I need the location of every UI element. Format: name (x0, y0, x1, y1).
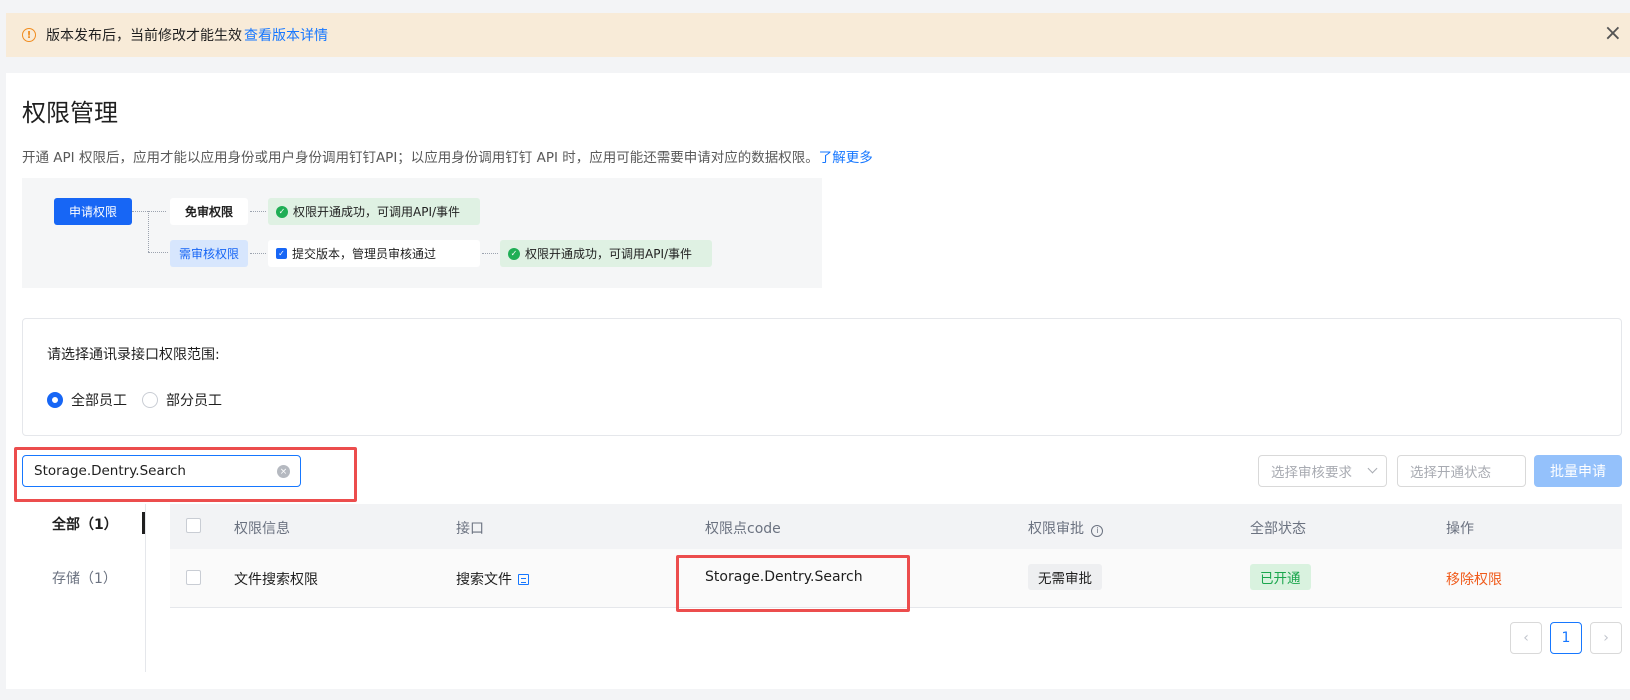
radio-selected-icon (47, 392, 63, 408)
flow-connector (148, 211, 149, 252)
flow-success-step-2: ✓ 权限开通成功，可调用API/事件 (500, 240, 712, 267)
notice-bar: ! 版本发布后，当前修改才能生效 查看版本详情 × (6, 13, 1630, 57)
page-number[interactable]: 1 (1550, 622, 1582, 654)
search-input[interactable] (34, 463, 264, 479)
flow-connector (132, 211, 166, 212)
highlight-box (676, 555, 910, 612)
flow-connector (250, 253, 266, 254)
scope-panel (22, 318, 1622, 436)
scope-label: 请选择通讯录接口权限范围: (47, 347, 220, 363)
row-checkbox[interactable] (186, 570, 201, 585)
radio-label: 全部员工 (71, 393, 127, 409)
column-header: 权限信息 (234, 521, 290, 537)
batch-apply-button[interactable]: 批量申请 (1534, 455, 1622, 487)
chevron-down-icon (1367, 463, 1378, 474)
side-divider (145, 504, 146, 672)
check-circle-icon: ✓ (276, 205, 288, 218)
flow-submit-text: 提交版本，管理员审核通过 (292, 247, 437, 261)
review-requirement-select[interactable]: 选择审核要求 (1258, 455, 1387, 487)
flow-success-text-2: 权限开通成功，可调用API/事件 (525, 247, 693, 261)
description-text: 开通 API 权限后，应用才能以应用身份或用户身份调用钉钉API；以应用身份调用… (22, 150, 819, 166)
permission-flow-diagram (22, 178, 822, 288)
flow-connector (148, 252, 168, 253)
remove-permission-link[interactable]: 移除权限 (1446, 569, 1502, 589)
api-name: 搜索文件 (456, 572, 512, 588)
table-header (170, 504, 1622, 549)
prev-page-button[interactable]: ‹ (1510, 622, 1542, 654)
flow-success-text: 权限开通成功，可调用API/事件 (293, 205, 461, 219)
status-badge: 已开通 (1250, 564, 1311, 590)
search-input-wrapper[interactable]: × (22, 455, 301, 487)
permission-info: 文件搜索权限 (234, 572, 318, 588)
notice-text: 版本发布后，当前修改才能生效 (46, 28, 242, 44)
approval-tag: 无需审批 (1028, 564, 1102, 590)
radio-unselected-icon (142, 392, 158, 408)
flow-connector (482, 253, 498, 254)
next-page-button[interactable]: › (1590, 622, 1622, 654)
column-header: 接口 (456, 521, 484, 537)
flow-connector (250, 211, 266, 212)
radio-label: 部分员工 (166, 393, 222, 409)
select-all-checkbox[interactable] (186, 518, 201, 533)
document-icon[interactable] (518, 574, 529, 585)
close-icon[interactable]: × (1604, 23, 1622, 45)
flow-submit-step: ✓ 提交版本，管理员审核通过 (268, 240, 480, 267)
radio-partial-employees[interactable]: 部分员工 (142, 390, 222, 410)
select-placeholder: 选择开通状态 (1410, 465, 1491, 481)
info-icon: ! (22, 28, 36, 42)
api-cell: 搜索文件 (456, 569, 529, 589)
status-select[interactable]: 选择开通状态 (1397, 455, 1526, 487)
version-details-link[interactable]: 查看版本详情 (244, 25, 328, 45)
column-header: 权限审批 i (1028, 518, 1104, 538)
column-header-label: 权限审批 (1028, 521, 1084, 537)
flow-success-step: ✓ 权限开通成功，可调用API/事件 (268, 198, 480, 225)
select-placeholder: 选择审核要求 (1271, 465, 1352, 481)
clear-icon[interactable]: × (277, 465, 290, 478)
column-header: 权限点code (705, 521, 781, 537)
flow-apply-step: 申请权限 (54, 198, 132, 225)
column-header: 全部状态 (1250, 521, 1306, 537)
column-header: 操作 (1446, 521, 1474, 537)
page-title: 权限管理 (22, 99, 118, 127)
check-circle-icon: ✓ (508, 247, 520, 260)
checkbox-checked-icon: ✓ (276, 248, 287, 259)
page-description: 开通 API 权限后，应用才能以应用身份或用户身份调用钉钉API；以应用身份调用… (22, 146, 873, 166)
radio-all-employees[interactable]: 全部员工 (47, 390, 127, 410)
flow-need-review-step: 需审核权限 (170, 240, 248, 267)
flow-no-review-step: 免审权限 (170, 198, 248, 225)
info-icon[interactable]: i (1091, 524, 1104, 537)
tab-storage[interactable]: 存储（1） (52, 568, 117, 588)
tab-all[interactable]: 全部（1） (52, 514, 118, 534)
learn-more-link[interactable]: 了解更多 (819, 150, 873, 166)
